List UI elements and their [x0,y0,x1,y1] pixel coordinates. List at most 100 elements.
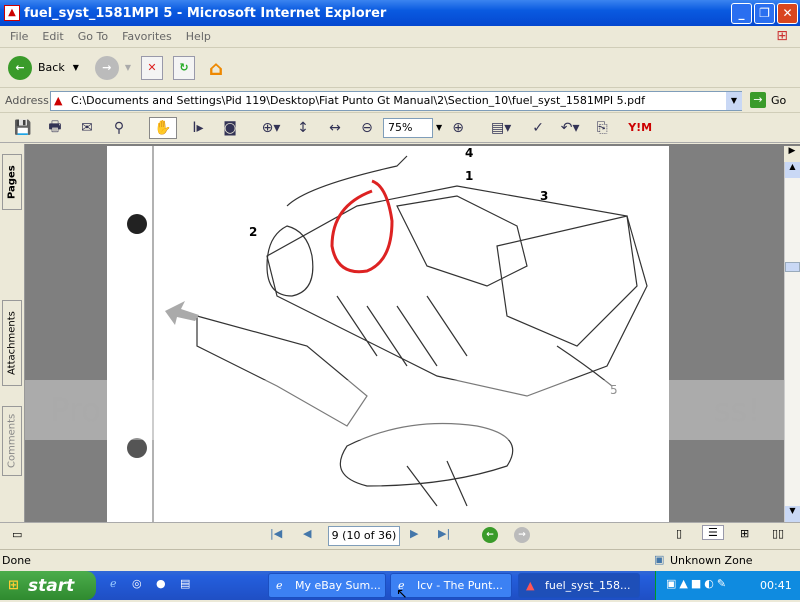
hand-tool-icon[interactable]: ✋ [149,116,177,139]
back-arrow-icon[interactable]: ← [8,55,32,80]
punch-hole-icon [127,214,147,234]
forward-dropdown-icon[interactable]: ▼ [125,63,131,72]
start-button[interactable]: ⊞ start [0,571,96,600]
spellcheck-icon[interactable]: ✓ [527,117,549,139]
zone-text: Unknown Zone [670,554,753,567]
menu-edit[interactable]: Edit [42,30,63,43]
engine-diagram: 1 2 3 4 5 [127,146,648,522]
address-input[interactable]: ▲ C:\Documents and Settings\Pid 119\Desk… [50,91,742,111]
menu-file[interactable]: File [10,30,28,43]
page-navigation-bar: ▭ |◀ ◀ 9 (10 of 36) ▶ ▶| ← → ▯ ☰ ⊞ ▯▯ [0,522,800,548]
menu-bar: File Edit Go To Favorites Help ⊞ [0,26,800,48]
continuous-page-icon[interactable]: ☰ [702,525,724,540]
menu-go-to[interactable]: Go To [78,30,108,43]
menu-help[interactable]: Help [186,30,211,43]
scroll-down-icon[interactable]: ▼ [785,506,800,522]
previous-view-icon[interactable]: ← [482,527,498,543]
previous-page-icon[interactable]: ◀ [303,527,311,540]
navigation-bar: ← Back ▼ → ▼ ✕ ↻ ⌂ [0,48,800,88]
minimize-button[interactable]: _ [731,3,752,24]
zone-icon: ▣ [654,553,665,566]
refresh-button[interactable]: ↻ [173,55,196,80]
zoom-dropdown-icon[interactable]: ▼ [436,123,442,132]
find-binoculars-icon[interactable]: ⚲ [108,117,130,139]
pdf-toolbar: 💾 🖶 ✉ ⚲ ✋ I▸ ◙ ⊕▾ ↕ ↔ ⊖ 75% ▼ ⊕ ▤▾ ✓ ↶▾ … [0,113,800,143]
forward-button[interactable]: → [94,55,119,80]
pdf-icon: ▲ [54,94,63,107]
ie-quicklaunch-icon[interactable]: ℯ [110,577,117,590]
watermark-right-text: ss! [713,391,760,429]
media-quicklaunch-icon[interactable]: ● [156,577,166,590]
watermark: Pro ss! [25,380,785,440]
zoom-out-icon[interactable]: ⊖ [356,117,378,139]
home-button[interactable]: ⌂ [205,56,227,80]
pdf-icon: ▲ [526,579,535,592]
close-button[interactable]: ✕ [777,3,798,24]
address-label: Address [5,94,49,107]
windows-logo-icon: ⊞ [776,28,788,44]
address-bar: Address ▲ C:\Documents and Settings\Pid … [0,89,800,113]
first-page-icon[interactable]: |◀ [270,527,282,540]
fit-width-icon[interactable]: ↔ [324,117,346,139]
task-icv[interactable]: ℯ Icv - The Punt... [390,573,512,598]
pdf-page: 1 2 3 4 5 [107,146,669,522]
task-label: fuel_syst_158... [545,579,631,592]
task-fuel-syst[interactable]: ▲ fuel_syst_158... [518,573,640,598]
title-bar: ▲ fuel_syst_1581MPI 5 - Microsoft Intern… [0,0,800,26]
punch-hole-icon [127,438,147,458]
callout-2: 2 [249,225,257,239]
clock: 00:41 [760,579,792,592]
scroll-up-icon[interactable]: ▲ [785,162,800,178]
email-icon[interactable]: ✉ [76,117,98,139]
zoom-in-tool-icon[interactable]: ⊕▾ [260,117,282,139]
scroll-thumb[interactable] [785,262,800,272]
ie-icon: ℯ [276,579,283,592]
start-label: start [28,575,75,596]
tab-pages[interactable]: Pages [2,154,22,210]
watermark-left-text: Pro [50,391,101,429]
tab-comments[interactable]: Comments [2,406,22,476]
continuous-facing-icon[interactable]: ▯▯ [772,527,784,540]
select-text-icon[interactable]: I▸ [187,117,209,139]
snapshot-icon[interactable]: ◙ [219,117,241,139]
fit-page-icon[interactable]: ↕ [292,117,314,139]
facing-pages-icon[interactable]: ⊞ [740,527,749,540]
pages-options-icon[interactable]: ▤▾ [490,117,512,139]
zoom-input[interactable]: 75% [383,117,433,138]
yahoo-icon[interactable]: Y!M [623,117,657,139]
tray-icons[interactable]: ▣▲■◐✎ [666,577,729,590]
back-dropdown-icon[interactable]: ▼ [73,63,79,72]
page-number-input[interactable]: 9 (10 of 36) [328,526,400,546]
menu-favorites[interactable]: Favorites [122,30,172,43]
outlook-quicklaunch-icon[interactable]: ◎ [132,577,142,590]
back-button[interactable]: Back [38,61,65,74]
go-arrow-icon[interactable]: → [750,92,766,108]
callout-4: 4 [465,146,473,160]
address-dropdown-icon[interactable]: ▼ [726,92,742,110]
copy-icon[interactable]: ⎘ [591,117,613,139]
status-bar: Done ▣ Unknown Zone [0,549,800,571]
tab-attachments[interactable]: Attachments [2,300,22,386]
panel-toggle-icon[interactable]: ▶ [784,146,800,162]
zoom-in-icon[interactable]: ⊕ [447,117,469,139]
next-view-icon[interactable]: → [514,527,530,543]
print-icon[interactable]: 🖶 [44,117,66,139]
last-page-icon[interactable]: ▶| [438,527,450,540]
single-page-icon[interactable]: ▯ [676,527,682,540]
desktop-quicklaunch-icon[interactable]: ▤ [180,577,190,590]
go-button[interactable]: Go [771,94,786,107]
address-value: C:\Documents and Settings\Pid 119\Deskto… [71,94,646,107]
flow-arrow-icon [165,301,199,325]
undo-icon[interactable]: ↶▾ [559,117,581,139]
status-text: Done [2,554,31,567]
next-page-icon[interactable]: ▶ [410,527,418,540]
pdf-icon: ▲ [4,5,20,21]
stop-button[interactable]: ✕ [141,55,164,80]
task-ebay[interactable]: ℯ My eBay Sum... [268,573,386,598]
maximize-button[interactable]: ❐ [754,3,775,24]
options-icon[interactable]: ▭ [12,528,22,541]
system-tray: ▣▲■◐✎ 00:41 [655,571,800,600]
vertical-scrollbar[interactable]: ▲ ▼ [784,162,800,522]
save-icon[interactable]: 💾 [12,117,34,139]
task-label: Icv - The Punt... [417,579,503,592]
